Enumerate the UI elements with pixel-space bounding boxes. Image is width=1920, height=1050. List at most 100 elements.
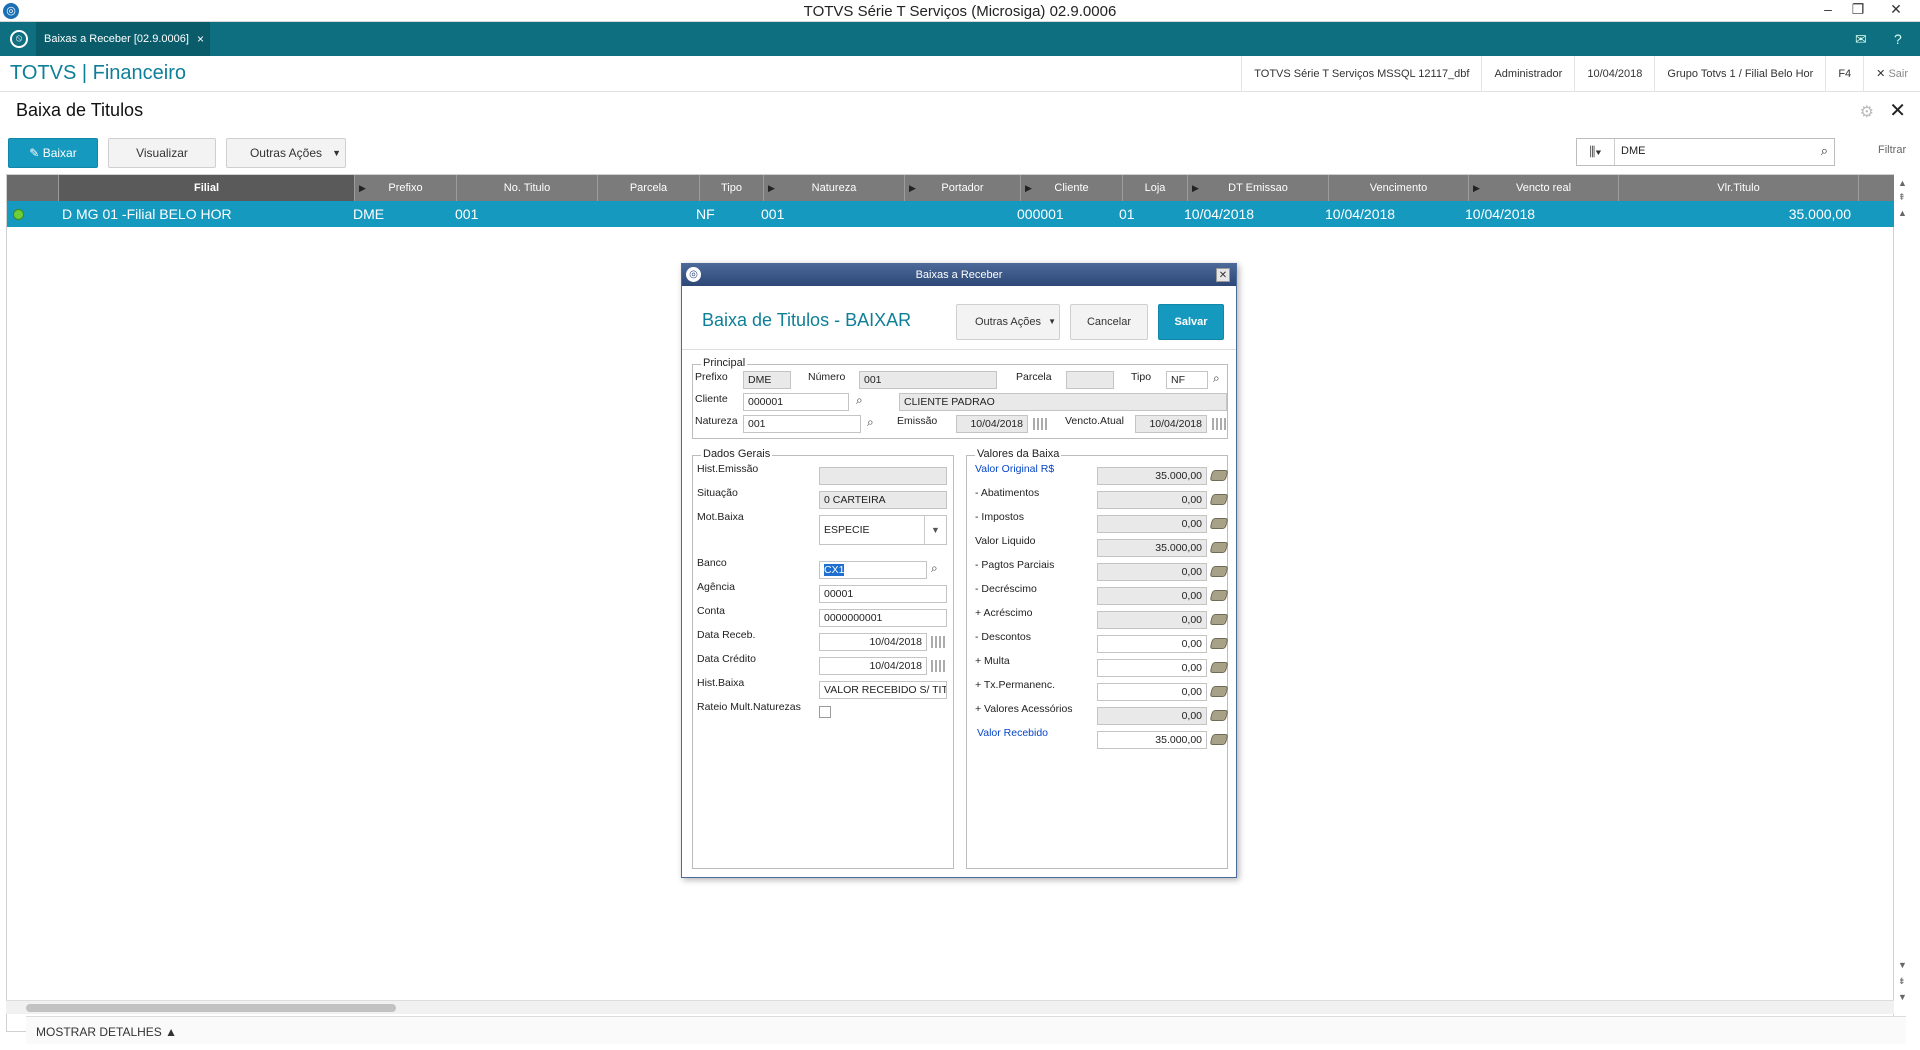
banco-lookup-icon[interactable]: ⌕ (931, 561, 938, 576)
outras-acoes-button[interactable]: Outras Ações ▼ (226, 138, 346, 168)
close-window-icon[interactable]: ✕ (1881, 1, 1911, 21)
hist-baixa-field[interactable]: VALOR RECEBIDO S/ TIT (819, 681, 947, 699)
app-brand: TOTVS | Financeiro (10, 62, 186, 84)
vertical-scrollbar[interactable]: ▲ ⇞ ▲ ▼ ⇟ ▼ (1894, 174, 1914, 1014)
salvar-button[interactable]: Salvar (1158, 304, 1224, 340)
money-icon[interactable] (1209, 662, 1229, 673)
search-input[interactable]: DME (1621, 145, 1645, 157)
restore-icon[interactable]: ❐ (1843, 1, 1873, 21)
valor-liquido-label: Valor Liquido (975, 535, 1036, 547)
search-box[interactable]: ⫼▾ DME ⌕ (1576, 138, 1835, 166)
agencia-field[interactable]: 00001 (819, 585, 947, 603)
column-cliente[interactable]: ▶ Cliente (1021, 175, 1123, 201)
data-credito-calendar-icon[interactable] (931, 660, 945, 672)
horizontal-scroll-thumb[interactable] (26, 1004, 396, 1012)
emissao-calendar-icon[interactable] (1033, 418, 1047, 430)
column-no-titulo[interactable]: No. Titulo (457, 175, 598, 201)
column-filial[interactable]: Filial (59, 175, 355, 201)
dialog-close-icon[interactable]: ✕ (1216, 268, 1230, 282)
natureza-label: Natureza (695, 415, 738, 427)
natureza-field[interactable]: 001 (743, 415, 861, 433)
mot-baixa-select[interactable]: ESPECIE ▼ (819, 515, 947, 545)
shortcut-label[interactable]: F4 (1825, 56, 1863, 92)
scroll-up-icon[interactable]: ⇞ (1898, 192, 1906, 203)
tipo-field[interactable]: NF (1166, 371, 1208, 389)
data-receb-calendar-icon[interactable] (931, 636, 945, 648)
column-parcela[interactable]: Parcela (598, 175, 700, 201)
money-icon[interactable] (1209, 710, 1229, 721)
money-icon[interactable] (1209, 542, 1229, 553)
vencto-calendar-icon[interactable] (1212, 418, 1226, 430)
dialog-outras-acoes-button[interactable]: Outras Ações ▼ (956, 304, 1060, 340)
money-icon[interactable] (1209, 590, 1229, 601)
details-footer[interactable]: MOSTRAR DETALHES ▲ (26, 1016, 1906, 1044)
multa-field[interactable]: 0,00 (1097, 659, 1207, 677)
column-vencto-real[interactable]: ▶ Vencto real (1469, 175, 1619, 201)
column-vlr-titulo[interactable]: Vlr.Titulo (1619, 175, 1859, 201)
column-portador[interactable]: ▶ Portador (905, 175, 1021, 201)
tab-baixas-a-receber[interactable]: Baixas a Receber [02.9.0006] × (36, 22, 210, 56)
cliente-field[interactable]: 000001 (743, 393, 849, 411)
branch-label[interactable]: Grupo Totvs 1 / Filial Belo Hor (1654, 56, 1825, 92)
dados-gerais-legend: Dados Gerais (701, 448, 773, 460)
agencia-label: Agência (697, 581, 735, 593)
dropdown-arrow-icon: ▼ (1048, 317, 1056, 326)
home-icon[interactable]: ⦸ (10, 30, 28, 48)
natureza-search-icon[interactable]: ⌕ (867, 415, 874, 430)
conta-field[interactable]: 0000000001 (819, 609, 947, 627)
money-icon[interactable] (1209, 470, 1229, 481)
horizontal-scrollbar[interactable] (6, 1000, 1894, 1014)
money-icon[interactable] (1209, 494, 1229, 505)
scroll-down-small-icon[interactable]: ▼ (1898, 960, 1907, 970)
scroll-up-small-icon[interactable]: ▲ (1898, 208, 1907, 218)
table-row[interactable]: D MG 01 -Filial BELO HOR DME 001 NF 001 … (7, 201, 1895, 227)
money-icon[interactable] (1209, 734, 1229, 745)
data-receb-field[interactable]: 10/04/2018 (819, 633, 927, 651)
rateio-checkbox[interactable] (819, 706, 831, 718)
column-loja[interactable]: Loja (1123, 175, 1188, 201)
show-details-toggle[interactable]: MOSTRAR DETALHES ▲ (36, 1025, 177, 1039)
search-icon[interactable]: ⌕ (1821, 143, 1828, 159)
descontos-field[interactable]: 0,00 (1097, 635, 1207, 653)
column-prefixo[interactable]: ▶ Prefixo (355, 175, 457, 201)
date-label: 10/04/2018 (1574, 56, 1654, 92)
column-cliente-label: Cliente (1054, 182, 1089, 194)
mot-baixa-value: ESPECIE (824, 524, 870, 536)
close-page-icon[interactable]: ✕ (1889, 98, 1906, 123)
data-credito-field[interactable]: 10/04/2018 (819, 657, 927, 675)
money-icon[interactable] (1209, 566, 1229, 577)
gear-icon[interactable]: ⚙ (1860, 102, 1874, 122)
column-natureza[interactable]: ▶ Natureza (764, 175, 905, 201)
cliente-search-icon[interactable]: ⌕ (856, 393, 863, 408)
scroll-down-icon[interactable]: ⇟ (1898, 976, 1906, 987)
column-vencimento[interactable]: Vencimento (1329, 175, 1469, 201)
cliente-name-field: CLIENTE PADRAO (899, 393, 1227, 411)
tab-close-icon[interactable]: × (197, 22, 204, 56)
mail-icon[interactable]: ✉ (1855, 31, 1867, 48)
banco-field[interactable]: CX1 (819, 561, 927, 579)
money-icon[interactable] (1209, 614, 1229, 625)
column-dt-emissao[interactable]: ▶ DT Emissao (1188, 175, 1329, 201)
scroll-bottom-icon[interactable]: ▼ (1898, 992, 1907, 1002)
money-icon[interactable] (1209, 638, 1229, 649)
valor-recebido-field[interactable]: 35.000,00 (1097, 731, 1207, 749)
column-tipo[interactable]: Tipo (700, 175, 764, 201)
columns-icon[interactable]: ⫼▾ (1577, 139, 1615, 165)
money-icon[interactable] (1209, 518, 1229, 529)
acrescimo-label: + Acréscimo (975, 607, 1033, 619)
window-titlebar: ◎ TOTVS Série T Serviços (Microsiga) 02.… (0, 0, 1920, 22)
dialog-header: Baixa de Titulos - BAIXAR Outras Ações ▼ … (682, 286, 1236, 350)
scroll-top-icon[interactable]: ▲ (1898, 178, 1907, 188)
money-icon[interactable] (1209, 686, 1229, 697)
help-icon[interactable]: ? (1894, 31, 1902, 47)
logout-button[interactable]: ✕ Sair (1863, 56, 1920, 92)
cancelar-button[interactable]: Cancelar (1070, 304, 1148, 340)
tipo-lookup-icon[interactable]: ⌕ (1213, 371, 1220, 386)
filter-link[interactable]: Filtrar (1878, 144, 1906, 156)
minimize-icon[interactable]: – (1813, 1, 1843, 21)
baixar-button[interactable]: ✎ Baixar (8, 138, 98, 168)
chevron-down-icon[interactable]: ▼ (924, 516, 946, 544)
tx-permanenc-field[interactable]: 0,00 (1097, 683, 1207, 701)
visualizar-button[interactable]: Visualizar (108, 138, 216, 168)
abatimentos-label: - Abatimentos (975, 487, 1040, 499)
